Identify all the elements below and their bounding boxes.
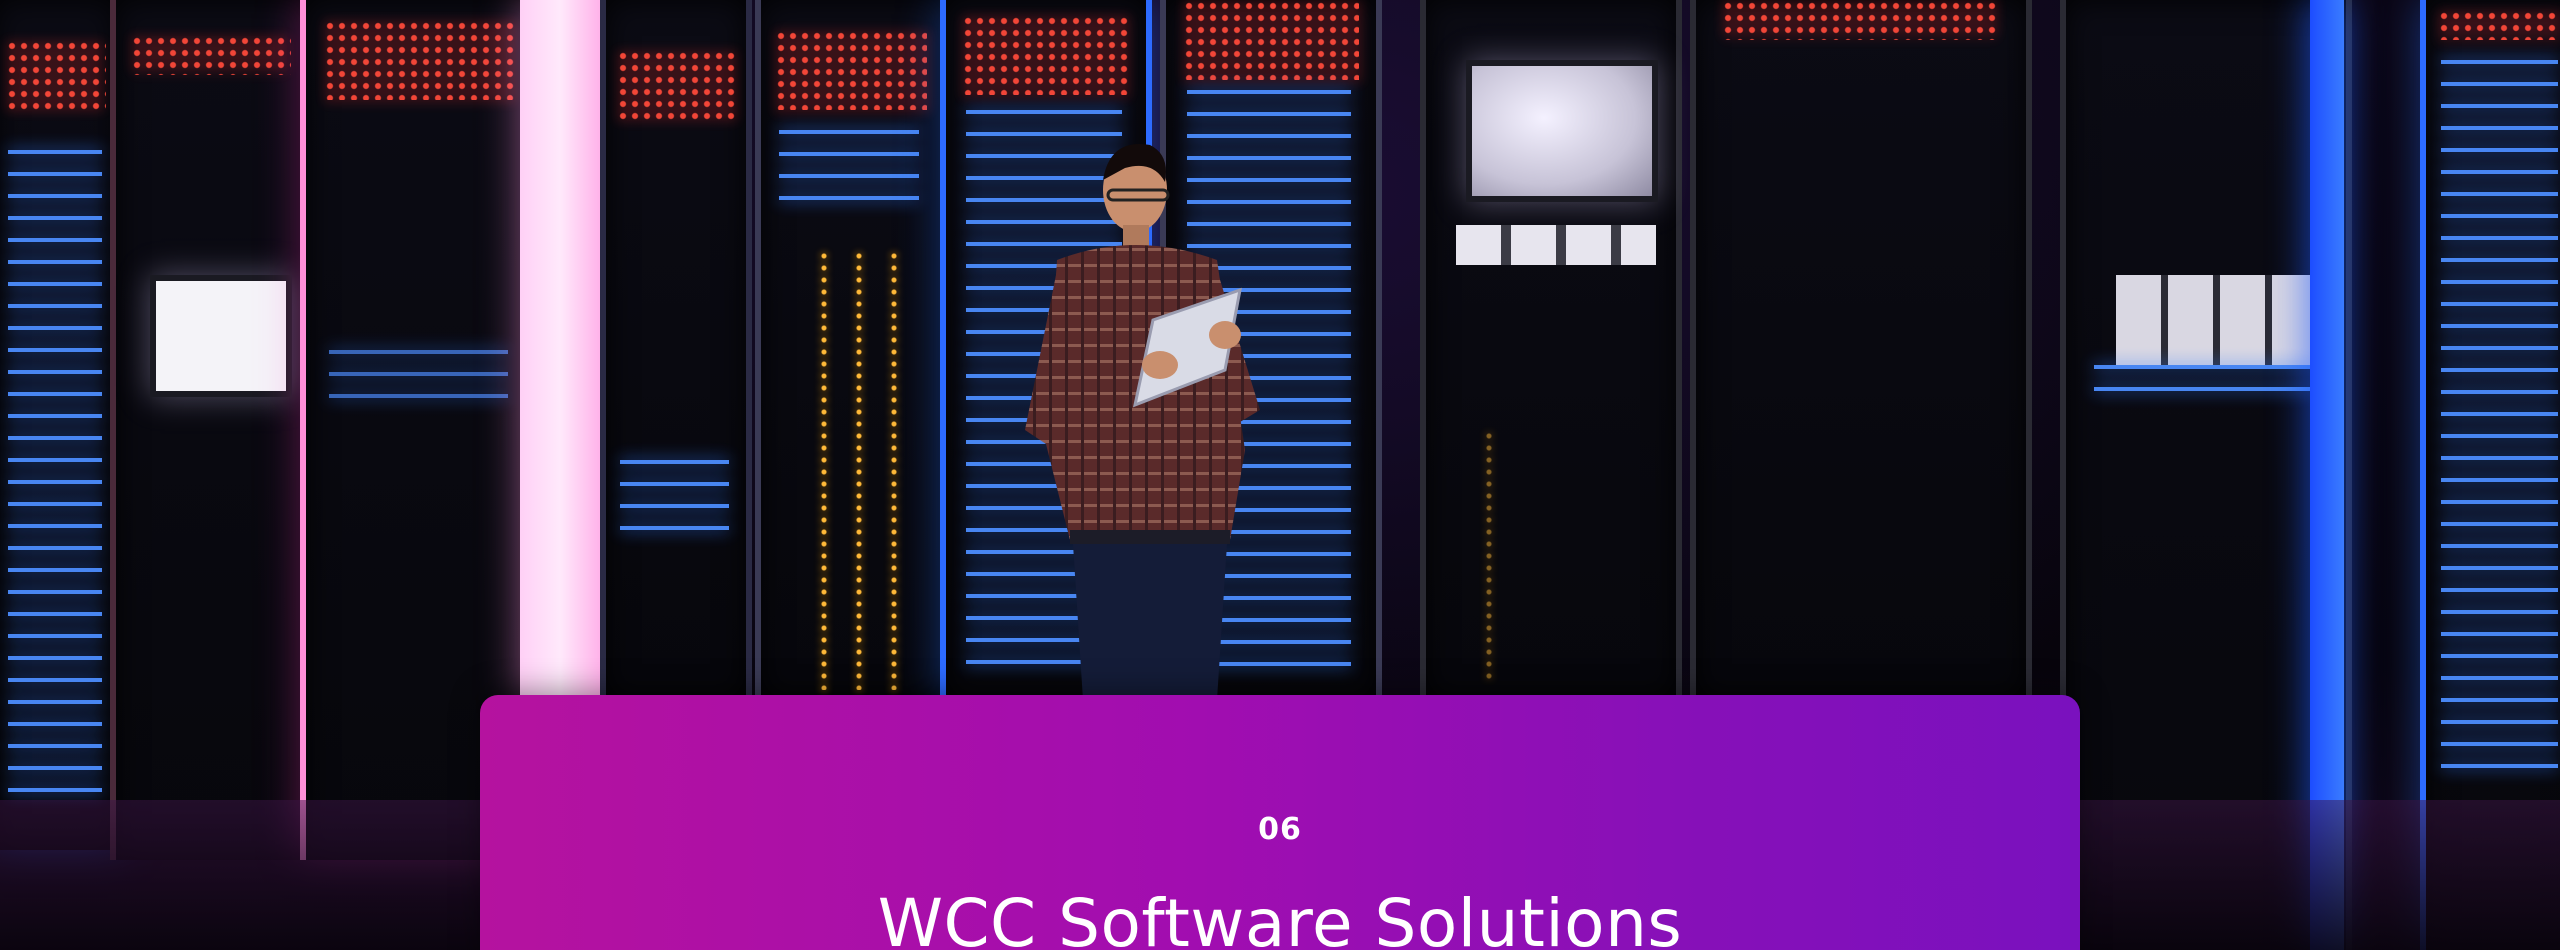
rack-leds <box>324 20 518 100</box>
rack-leds <box>131 35 291 75</box>
server-rack <box>110 0 312 860</box>
section-number: 06 <box>1258 812 1302 847</box>
section-card: 06 WCC Software Solutions <box>480 695 2080 950</box>
section-title: WCC Software Solutions <box>877 885 1683 950</box>
rack-leds <box>1182 0 1360 80</box>
rack-amber-lights <box>821 250 827 690</box>
rack-leds <box>775 30 927 110</box>
rack-leds <box>617 50 735 120</box>
server-rack <box>755 0 947 700</box>
server-rack <box>0 0 122 850</box>
technician-figure <box>1025 144 1260 700</box>
rack-leds <box>5 40 107 110</box>
rack-lights <box>779 130 920 210</box>
rack-panel <box>1456 225 1656 265</box>
server-rack <box>600 0 752 700</box>
rack-leds <box>2438 10 2560 40</box>
rack-screen <box>150 275 292 397</box>
rack-leds <box>1722 0 2000 40</box>
rack-lights <box>329 350 509 410</box>
rack-lights <box>8 150 102 800</box>
rack-panel <box>2116 275 2326 365</box>
rack-amber-lights <box>891 250 897 690</box>
rack-lights <box>2094 365 2313 395</box>
server-rack <box>1420 0 1682 700</box>
pillar <box>520 0 600 700</box>
rack-lights <box>620 460 730 530</box>
rack-amber-lights <box>1486 430 1492 680</box>
rack-leds <box>962 15 1130 95</box>
rack-amber-lights <box>856 250 862 690</box>
server-rack <box>1690 0 2032 700</box>
rack-lights <box>2441 60 2558 780</box>
rack-monitor <box>1466 60 1658 202</box>
hero-section: 06 WCC Software Solutions <box>0 0 2560 950</box>
